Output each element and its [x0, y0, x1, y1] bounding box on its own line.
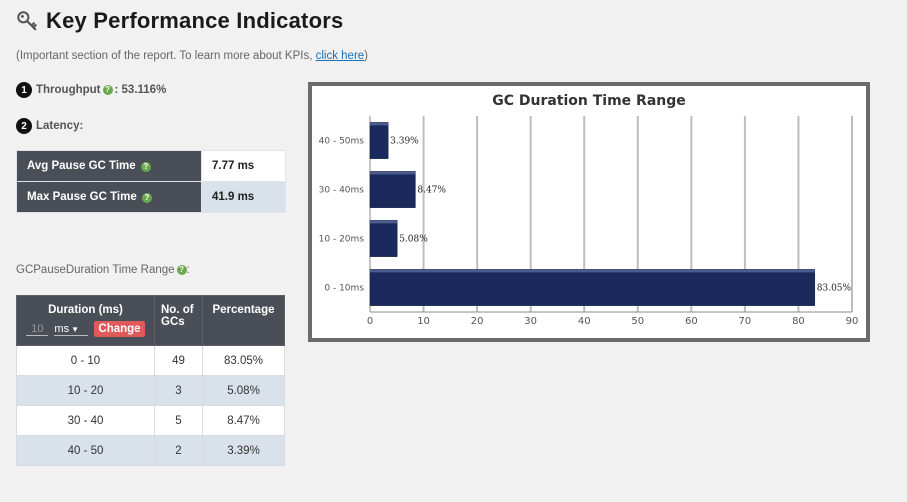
- duration-header-label: Duration (ms): [48, 304, 123, 316]
- y-tick-label: 30 - 40ms: [319, 186, 365, 196]
- x-tick-label: 0: [367, 316, 373, 327]
- latency-label: Latency:: [36, 120, 84, 132]
- question-circle-icon[interactable]: ?: [141, 193, 152, 203]
- table-row: Avg Pause GC Time ? 7.77 ms: [16, 150, 286, 182]
- table-row: 30 - 40 5 8.47%: [16, 405, 285, 436]
- y-tick-label: 40 - 50ms: [319, 137, 365, 147]
- table-row: 40 - 50 2 3.39%: [16, 435, 285, 466]
- caret-down-icon: ▼: [71, 324, 79, 334]
- count-cell: 5: [154, 405, 203, 436]
- data-label: 5.08%: [399, 235, 428, 245]
- x-tick-label: 50: [631, 316, 644, 327]
- table-row: Max Pause GC Time ? 41.9 ms: [16, 181, 286, 213]
- x-tick-label: 40: [578, 316, 591, 327]
- x-tick-label: 70: [739, 316, 752, 327]
- max-pause-label: Max Pause GC Time: [27, 191, 137, 203]
- chart-svg: GC Duration Time Range 0 10 20 30 40 50 60 70 80…: [319, 93, 859, 327]
- key-icon: [17, 11, 37, 31]
- throughput-line: 1 Throughput ? : 53.116%: [16, 82, 166, 98]
- range-cell: 40 - 50: [16, 435, 155, 466]
- x-tick-label: 90: [846, 316, 859, 327]
- range-label-text: GCPauseDuration Time Range: [16, 264, 175, 276]
- page-subtitle: (Important section of the report. To lea…: [16, 50, 368, 62]
- pct-cell: 8.47%: [202, 405, 285, 436]
- question-circle-icon[interactable]: ?: [102, 85, 113, 95]
- page-header: Key Performance Indicators: [16, 8, 343, 34]
- chart-bar-highlight: [370, 269, 815, 273]
- range-cell: 30 - 40: [16, 405, 155, 436]
- range-label-colon: :: [186, 264, 190, 276]
- page-title: Key Performance Indicators: [46, 8, 344, 33]
- avg-pause-value: 7.77 ms: [201, 150, 286, 182]
- y-tick-label: 10 - 20ms: [319, 235, 365, 245]
- question-circle-icon[interactable]: ?: [176, 265, 187, 275]
- number-badge-1: 1: [16, 82, 32, 98]
- chart-bar: [369, 122, 389, 159]
- table-row: 0 - 10 49 83.05%: [16, 345, 285, 376]
- percentage-header: Percentage: [202, 295, 285, 346]
- unit-select-value: ms: [54, 322, 70, 335]
- max-pause-label-cell: Max Pause GC Time ?: [16, 181, 202, 213]
- latency-table: Avg Pause GC Time ? 7.77 ms Max Pause GC…: [16, 150, 286, 213]
- pct-cell: 3.39%: [202, 435, 285, 466]
- pct-cell: 5.08%: [202, 375, 285, 406]
- unit-select[interactable]: ms ▼: [54, 322, 89, 336]
- count-cell: 2: [154, 435, 203, 466]
- question-circle-icon[interactable]: ?: [140, 162, 151, 172]
- unit-controls: ms▼ Change: [23, 321, 148, 337]
- table-header-row: Duration (ms) ms▼ Change No. of GCs Perc…: [16, 295, 285, 346]
- chart-title: GC Duration Time Range: [492, 93, 686, 109]
- chart-bar-highlight: [370, 171, 416, 175]
- x-tick-label: 30: [524, 316, 537, 327]
- duration-header: Duration (ms) ms▼ Change: [16, 295, 155, 346]
- x-tick-label: 80: [792, 316, 805, 327]
- table-row: 10 - 20 3 5.08%: [16, 375, 285, 406]
- throughput-label: Throughput: [36, 84, 101, 96]
- data-label: 83.05%: [817, 284, 852, 294]
- data-label: 3.39%: [390, 137, 419, 147]
- change-button[interactable]: Change: [94, 321, 145, 337]
- click-here-link[interactable]: click here: [316, 50, 365, 62]
- count-cell: 49: [154, 345, 203, 376]
- range-cell: 0 - 10: [16, 345, 155, 376]
- max-pause-value: 41.9 ms: [201, 181, 286, 213]
- pct-cell: 83.05%: [202, 345, 285, 376]
- range-cell: 10 - 20: [16, 375, 155, 406]
- avg-pause-label: Avg Pause GC Time: [27, 160, 136, 172]
- subtitle-end: ): [364, 50, 369, 62]
- subtitle-text: (Important section of the report. To lea…: [16, 50, 313, 62]
- interval-input[interactable]: [26, 322, 49, 336]
- x-tick-label: 10: [417, 316, 430, 327]
- range-section-label: GCPauseDuration Time Range ? :: [16, 264, 190, 276]
- x-tick-label: 20: [471, 316, 484, 327]
- chart-bar: [369, 220, 398, 257]
- y-tick-label: 0 - 10ms: [324, 284, 364, 294]
- data-label: 8.47%: [417, 186, 446, 196]
- chart-bar: [369, 269, 816, 306]
- number-badge-2: 2: [16, 118, 32, 134]
- count-cell: 3: [154, 375, 203, 406]
- chart-bar: [369, 171, 416, 208]
- latency-line: 2 Latency:: [16, 118, 83, 134]
- avg-pause-label-cell: Avg Pause GC Time ?: [16, 150, 202, 182]
- duration-table: Duration (ms) ms▼ Change No. of GCs Perc…: [16, 295, 285, 466]
- x-tick-label: 60: [685, 316, 698, 327]
- count-header: No. of GCs: [154, 295, 203, 346]
- gc-duration-chart: GC Duration Time Range 0 10 20 30 40 50 60 70 80…: [308, 82, 870, 342]
- chart-bar-highlight: [370, 220, 398, 224]
- chart-bar-highlight: [370, 122, 389, 126]
- throughput-value: : 53.116%: [114, 84, 167, 96]
